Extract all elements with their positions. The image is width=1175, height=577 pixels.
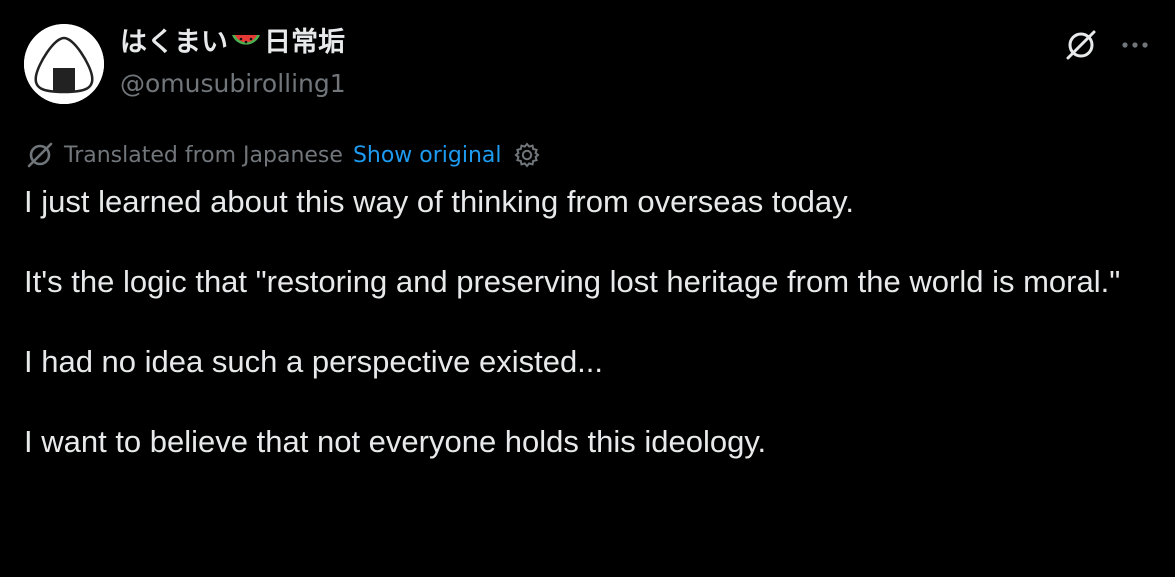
onigiri-icon [24,24,104,104]
tweet-text: I just learned about this way of thinkin… [24,182,1154,462]
grok-icon [24,139,56,171]
translation-label: Translated from Japanese [64,142,343,168]
tweet-paragraph: It's the logic that "restoring and prese… [24,264,1121,299]
tweet-paragraph: I want to believe that not everyone hold… [24,424,767,459]
translation-row: Translated from Japanese Show original [24,138,542,172]
display-name-suffix: 日常垢 [264,27,345,58]
show-original-link[interactable]: Show original [353,143,502,168]
tweet-paragraph: I had no idea such a perspective existed… [24,344,604,379]
tweet-paragraph: I just learned about this way of thinkin… [24,184,854,219]
gear-icon[interactable] [512,140,542,170]
more-horizontal-icon [1122,42,1148,48]
user-handle[interactable]: @omusubirolling1 [120,68,346,100]
display-name-text: はくまい [120,27,228,58]
more-button[interactable] [1114,24,1156,66]
grok-icon [1066,30,1096,60]
watermelon-emoji [230,29,262,57]
avatar[interactable] [24,24,104,104]
grok-button[interactable] [1060,24,1102,66]
display-name[interactable]: はくまい 日常垢 [120,25,345,61]
